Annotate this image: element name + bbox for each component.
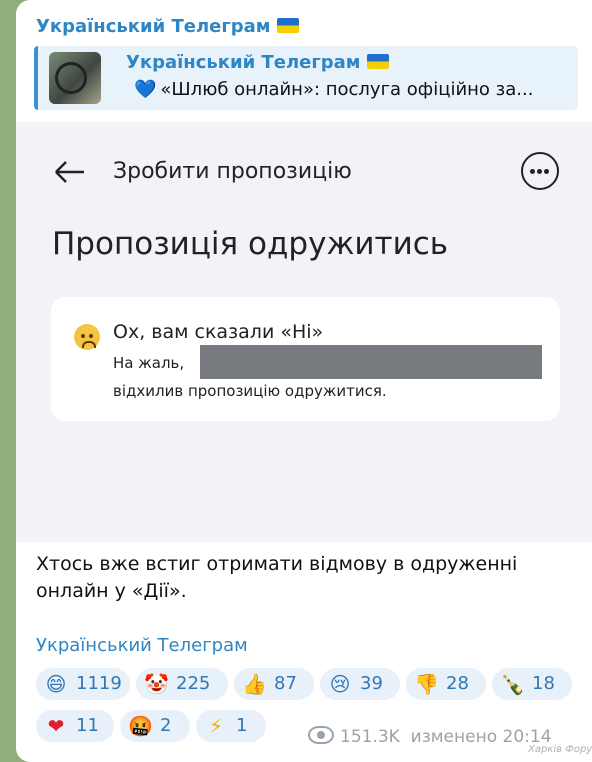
watermark: Харків Форум — [528, 744, 592, 755]
champagne-icon: 🍾 — [500, 672, 525, 696]
more-options-icon — [521, 152, 559, 190]
message-text: Хтось вже встиг отримати відмову в одруж… — [36, 553, 518, 602]
reaction-crying[interactable]: 😢 39 — [320, 668, 400, 700]
red-heart-icon: ❤ — [47, 714, 65, 738]
reaction-count: 28 — [446, 673, 469, 694]
channel-name[interactable]: Український Телеграм — [36, 16, 299, 37]
blue-heart-icon: 💙 — [134, 79, 157, 100]
reply-title: Український Телеграм — [126, 52, 389, 73]
steering-wheel-icon — [55, 62, 87, 94]
card-line-1: На жаль, — [113, 354, 185, 372]
reaction-count: 225 — [176, 673, 211, 694]
thumbs-down-icon: 👎 — [414, 672, 439, 696]
back-arrow-icon — [55, 161, 84, 183]
ukraine-flag-icon — [276, 18, 299, 33]
lightning-icon: ⚡ — [208, 714, 224, 738]
edited-label: изменено — [410, 727, 498, 747]
reply-thumbnail — [49, 52, 101, 104]
views-eye-icon — [308, 726, 334, 744]
ukraine-flag-icon — [366, 54, 389, 69]
screen-heading: Пропозиція одружитись — [52, 226, 449, 262]
reaction-count: 87 — [274, 673, 297, 694]
reaction-count: 18 — [532, 673, 555, 694]
reaction-cursing[interactable]: 🤬 2 — [120, 710, 190, 742]
reaction-count: 39 — [360, 673, 383, 694]
clown-face-icon: 🤡 — [144, 672, 169, 696]
reaction-count: 1 — [236, 715, 248, 736]
crying-face-icon: 😢 — [329, 672, 351, 696]
screen-header-title: Зробити пропозицію — [113, 159, 352, 184]
reaction-heart[interactable]: ❤ 11 — [36, 710, 114, 742]
sad-face-icon — [74, 324, 100, 350]
card-title: Ох, вам сказали «Ні» — [113, 321, 324, 343]
reaction-count: 1119 — [76, 673, 122, 694]
reaction-count: 11 — [76, 715, 99, 736]
cursing-face-icon: 🤬 — [128, 714, 153, 738]
message-bubble: Український Телеграм Український Телегра… — [16, 0, 592, 762]
reaction-count: 2 — [160, 715, 172, 736]
channel-name-text[interactable]: Український Телеграм — [36, 16, 271, 37]
reaction-grinning[interactable]: 😄 1119 — [36, 668, 130, 700]
reply-text: 💙 «Шлюб онлайн»: послуга офіційно за... — [134, 79, 534, 100]
reply-preview[interactable]: Український Телеграм 💙 «Шлюб онлайн»: пос… — [34, 46, 578, 110]
redacted-name-block — [200, 345, 542, 379]
reaction-lightning[interactable]: ⚡ 1 — [196, 710, 266, 742]
status-card: Ох, вам сказали «Ні» На жаль, відхилив п… — [51, 297, 560, 421]
card-line-2: відхилив пропозицію одружитися. — [113, 382, 387, 400]
message-meta: 151.3K изменено 20:14 — [308, 726, 552, 747]
reaction-thumbs-up[interactable]: 👍 87 — [234, 668, 314, 700]
grinning-face-icon: 😄 — [45, 672, 67, 696]
reaction-thumbs-down[interactable]: 👎 28 — [406, 668, 486, 700]
view-count: 151.3K — [340, 727, 400, 747]
reaction-champagne[interactable]: 🍾 18 — [492, 668, 572, 700]
attached-screenshot[interactable]: Зробити пропозицію Пропозиція одружитись… — [16, 122, 592, 542]
thumbs-up-icon: 👍 — [242, 672, 267, 696]
reaction-clown[interactable]: 🤡 225 — [136, 668, 228, 700]
channel-signature-link[interactable]: Український Телеграм — [36, 635, 248, 656]
